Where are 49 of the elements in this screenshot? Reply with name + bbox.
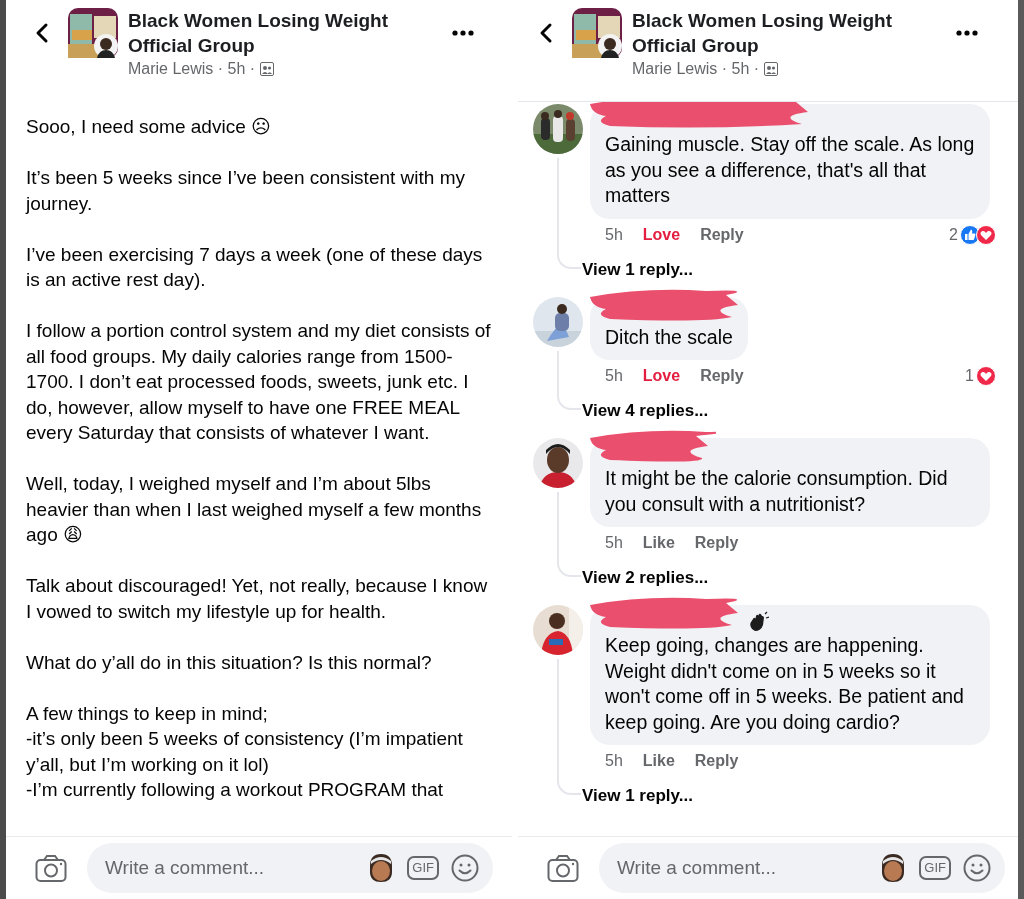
comment-field[interactable]: Write a comment... GIF <box>87 843 493 893</box>
group-icon <box>764 62 779 76</box>
emoji-icon[interactable] <box>963 854 991 882</box>
group-title[interactable]: Black Women Losing Weight Official Group <box>632 8 902 58</box>
comment-time: 5h <box>605 752 623 770</box>
reply-link[interactable]: Reply <box>694 534 739 552</box>
reply-link[interactable]: Reply <box>700 367 744 385</box>
comment-text: Keep going, changes are happening. Weight didn't come on in 5 weeks so it won't come off in 5 weeks. Be patient and keep going. Are you doing cardio? <box>605 633 965 735</box>
post-text: I’ve been exercising 7 days a week (one of these days is an active rest day). <box>26 243 483 290</box>
post-byline: Marie Lewis · 5h · <box>632 60 760 78</box>
reaction-count: 2 <box>949 225 958 244</box>
comment-time: 5h <box>605 534 623 552</box>
view-replies-link[interactable]: View 1 reply... <box>582 785 996 807</box>
post-text: Talk about discouraged! Yet, not really, because I know I vowed to switch my lifestyle up for health. <box>26 575 488 622</box>
comment-text: Ditch the scale <box>605 324 733 350</box>
camera-icon[interactable] <box>35 853 67 883</box>
view-replies-link[interactable]: View 2 replies... <box>582 567 996 589</box>
back-icon[interactable] <box>34 22 50 44</box>
post-text: I follow a portion control system and my diet consists of all food groups. My daily calories range from 1500-1700. I don’t eat processed foods, sweets, junk etc. I do, however, allow myself to have one FREE MEAL every Saturday that consists of whatever I want. <box>26 320 491 443</box>
comment-time: 5h <box>605 367 623 385</box>
camera-icon[interactable] <box>547 853 579 883</box>
like-link[interactable]: Like <box>642 534 675 552</box>
comment-text: It might be the calorie consumption. Did you consult with a nutritionist? <box>605 466 949 517</box>
view-replies-link[interactable]: View 1 reply... <box>582 258 996 281</box>
reply-link[interactable]: Reply <box>694 752 739 770</box>
more-icon[interactable] <box>452 30 474 36</box>
group-title[interactable]: Black Women Losing Weight Official Group <box>128 8 398 58</box>
group-icon <box>260 62 275 76</box>
love-link[interactable]: Love <box>642 367 681 385</box>
gif-button[interactable]: GIF <box>919 856 951 880</box>
comment-field[interactable]: Write a comment... GIF <box>599 843 1005 893</box>
post-text: It’s been 5 weeks since I’ve been consistent with my journey. <box>26 167 465 214</box>
comment-text: Gaining muscle. Stay off the scale. As long as you see a difference, that's all that matters <box>605 132 975 208</box>
reaction-count: 1 <box>965 367 974 385</box>
post-text: What do y’all do in this situation? Is this normal? <box>26 651 432 673</box>
comment-time: 5h <box>605 225 623 244</box>
thread-line <box>557 350 581 410</box>
post-byline: Marie Lewis · 5h · <box>128 60 256 78</box>
post-text: A few things to keep in mind; -it’s only been 5 weeks of consistency (I’m impatient y’all, but I’m working on it lol) -I’m currently following a workout PROGRAM that <box>26 702 463 800</box>
back-icon[interactable] <box>538 22 554 44</box>
post-text: Sooo, I need some advice ☹ <box>26 116 271 137</box>
gif-button[interactable]: GIF <box>407 856 439 880</box>
reply-link[interactable]: Reply <box>700 225 744 244</box>
emoji-icon[interactable] <box>451 854 479 882</box>
more-icon[interactable] <box>956 30 978 36</box>
like-link[interactable]: Like <box>642 752 675 770</box>
post-text: Well, today, I weighed myself and I’m about 5lbs heavier than when I last weighed myself a few months ago 😩 <box>26 473 482 545</box>
view-replies-link[interactable]: View 4 replies... <box>582 400 996 422</box>
love-link[interactable]: Love <box>642 225 681 244</box>
